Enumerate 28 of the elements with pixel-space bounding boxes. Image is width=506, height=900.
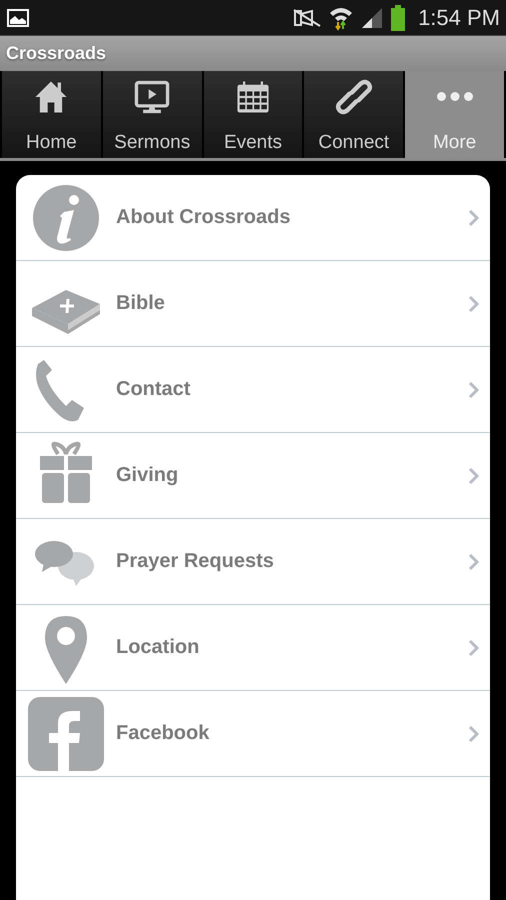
chevron-right-icon: [468, 466, 480, 484]
mute-icon: [292, 8, 322, 28]
menu-item[interactable]: Prayer Requests: [16, 519, 490, 605]
tab[interactable]: Home: [2, 71, 101, 158]
chevron-right-icon: [468, 294, 480, 312]
tab[interactable]: Sermons: [102, 71, 202, 158]
tab[interactable]: More: [405, 71, 504, 158]
clock-time: 1:54 PM: [418, 4, 500, 30]
chevron-right-icon: [468, 638, 480, 656]
menu-item[interactable]: Facebook: [16, 691, 490, 777]
menu-item[interactable]: Giving: [16, 433, 490, 519]
menu-item[interactable]: Bible: [16, 261, 490, 347]
link-icon: [334, 77, 374, 117]
menu-item[interactable]: Location: [16, 605, 490, 691]
chevron-right-icon: [468, 724, 480, 742]
chevron-right-icon: [468, 552, 480, 570]
app-title: Crossroads: [6, 43, 106, 64]
more-icon: [436, 92, 473, 101]
facebook-icon: [28, 696, 104, 770]
battery-icon: [390, 4, 406, 30]
signal-icon: [360, 6, 384, 28]
menu-item[interactable]: Contact: [16, 347, 490, 433]
chevron-right-icon: [468, 380, 480, 398]
chevron-right-icon: [468, 208, 480, 226]
tab[interactable]: Events: [204, 71, 302, 158]
picture-notification-icon: [7, 8, 29, 26]
tab[interactable]: Connect: [304, 71, 404, 158]
menu-item[interactable]: About Crossroads: [16, 175, 490, 261]
